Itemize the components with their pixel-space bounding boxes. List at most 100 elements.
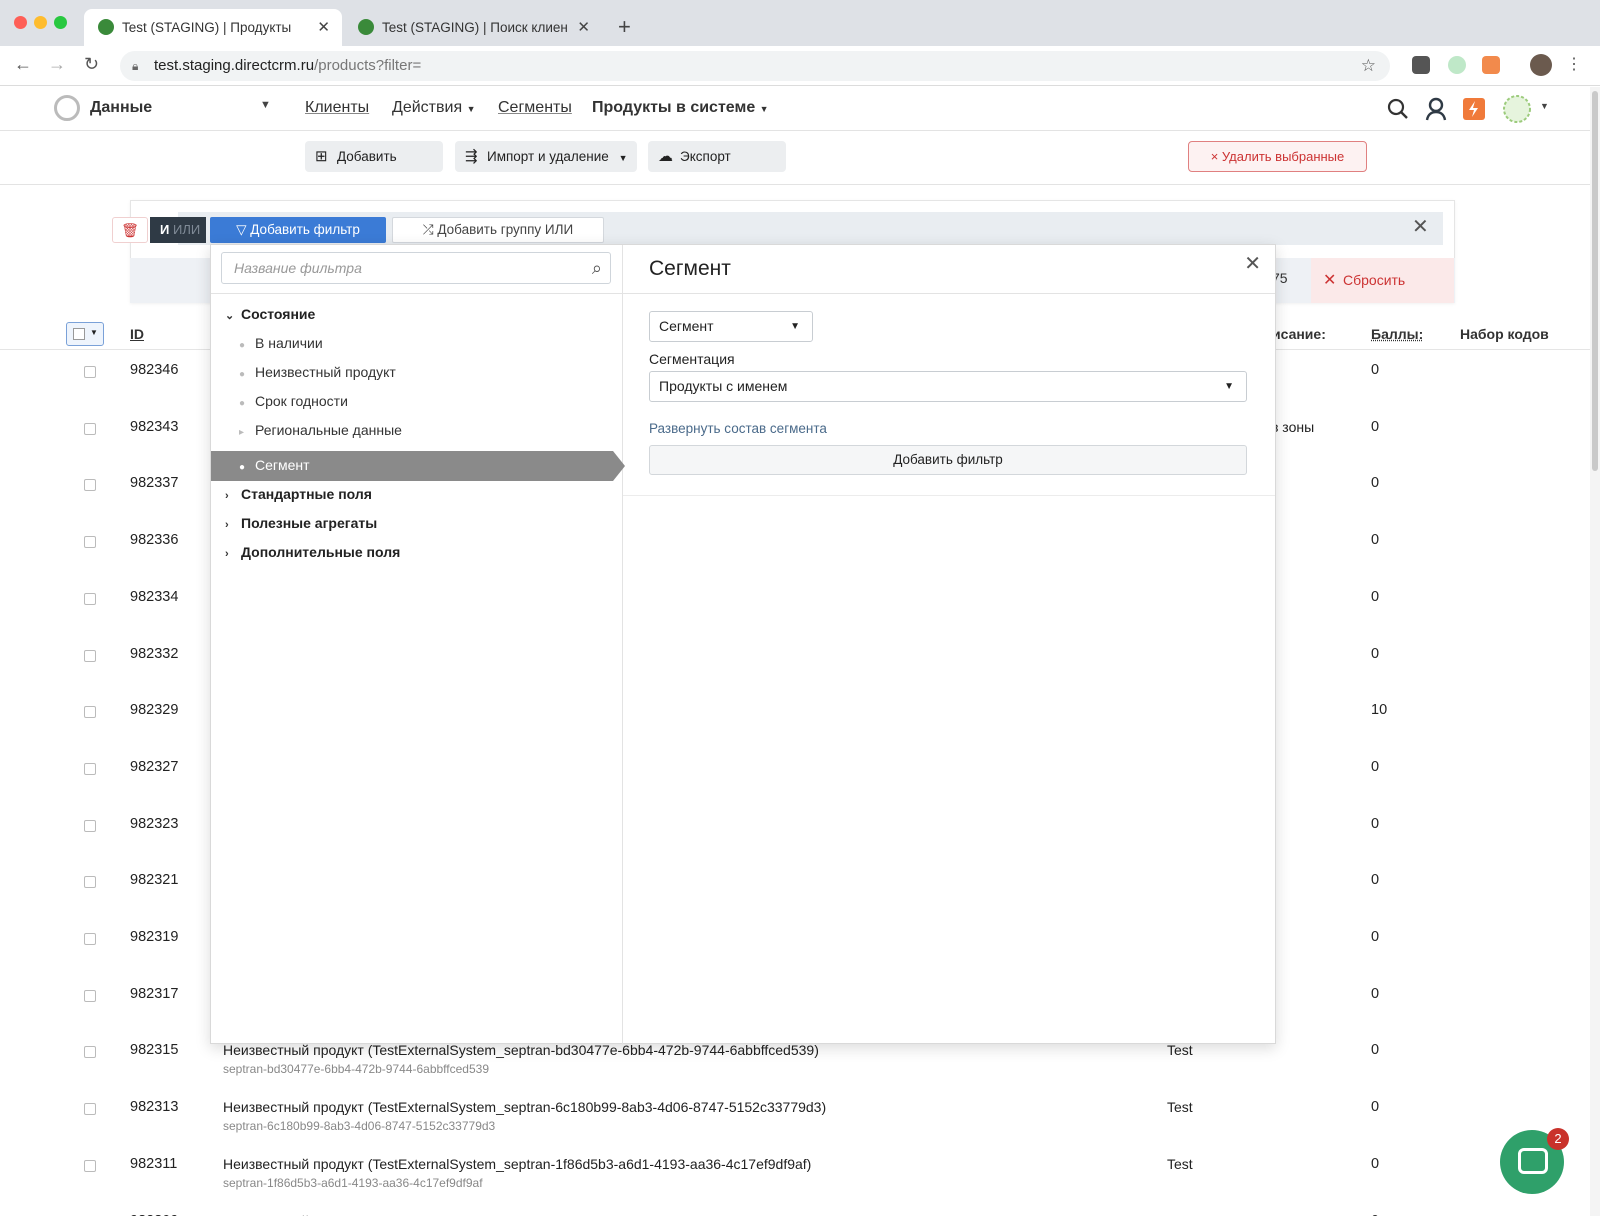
close-icon[interactable]: ✕ <box>1244 251 1261 276</box>
column-points[interactable]: Баллы: <box>1371 326 1423 342</box>
row-checkbox[interactable] <box>84 593 96 605</box>
tree-item-label: В наличии <box>255 335 323 351</box>
browser-tab-client-search[interactable]: Test (STAGING) | Поиск клиен ✕ <box>344 9 602 46</box>
row-product-external-id: septran-6c180b99-8ab3-4d06-8747-5152c337… <box>223 1119 495 1133</box>
filter-search-input[interactable] <box>222 253 562 283</box>
app-logo-icon <box>54 95 80 121</box>
search-icon[interactable] <box>1385 96 1411 122</box>
row-product-name: Неизвестный продукт (TestExternalSystem_… <box>223 1099 826 1115</box>
row-description: Test <box>1167 1099 1193 1115</box>
add-or-group-button[interactable]: ⤮ Добавить группу ИЛИ <box>392 217 604 243</box>
filter-search-box: ⌕ <box>221 252 611 284</box>
caret-down-icon: ▼ <box>619 153 628 163</box>
tab-close-icon[interactable]: ✕ <box>577 9 590 46</box>
url-field[interactable]: 🔒︎ test.staging.directcrm.ru/products?fi… <box>120 51 1390 81</box>
profile-avatar[interactable] <box>1530 54 1552 76</box>
back-arrow-icon[interactable]: ← <box>14 54 32 75</box>
extension-icon[interactable] <box>1482 56 1500 74</box>
column-id[interactable]: ID <box>130 326 144 342</box>
tree-group-aggregates[interactable]: › Полезные агрегаты <box>225 515 377 531</box>
divider <box>211 293 623 294</box>
segmentation-select[interactable]: Продукты с именем ▼ <box>649 371 1247 402</box>
delete-selected-button[interactable]: × Удалить выбранные <box>1188 141 1367 172</box>
tab-close-icon[interactable]: ✕ <box>317 9 330 46</box>
tree-group-label: Состояние <box>241 306 315 322</box>
table-row[interactable]: 9823090Неизвестный продукт (TestExternal… <box>0 1209 1590 1216</box>
select-all-checkbox[interactable] <box>73 328 85 340</box>
page-scrollbar[interactable] <box>1590 87 1600 1216</box>
add-filter-button[interactable]: ▽ Добавить фильтр <box>210 217 386 243</box>
row-checkbox[interactable] <box>84 536 96 548</box>
row-checkbox[interactable] <box>84 933 96 945</box>
caret-down-icon[interactable]: ▼ <box>1540 101 1549 111</box>
row-id: 982337 <box>130 475 178 491</box>
divider <box>623 293 1275 294</box>
browser-tab-products[interactable]: Test (STAGING) | Продукты ✕ <box>84 9 342 46</box>
row-points: 0 <box>1371 929 1379 945</box>
caret-down-icon: ▼ <box>790 312 800 341</box>
import-delete-button[interactable]: ⇶ Импорт и удаление ▼ <box>455 141 637 172</box>
tree-group-state[interactable]: ⌄ Состояние <box>225 306 315 322</box>
bookmark-star-icon[interactable]: ☆ <box>1361 51 1376 81</box>
trash-icon[interactable]: 🗑︎ <box>112 217 148 243</box>
apps-grid-icon[interactable] <box>1502 94 1534 124</box>
table-row[interactable]: 982315 0 Неизвестный продукт (TestExternal… <box>0 1038 1590 1094</box>
tree-item-unknown-product[interactable]: ● Неизвестный продукт <box>239 364 396 380</box>
close-filter-icon[interactable]: ✕ <box>1412 214 1429 239</box>
extension-icon[interactable] <box>1412 56 1430 74</box>
chat-unread-badge: 2 <box>1547 1128 1569 1150</box>
segmentation-label: Сегментация <box>649 351 735 367</box>
chat-bubble-icon <box>1518 1148 1548 1174</box>
reset-filter-button[interactable]: ✕ Сбросить <box>1311 258 1454 303</box>
row-checkbox[interactable] <box>84 1160 96 1172</box>
table-row[interactable]: 982311 0 Неизвестный продукт (TestExternal… <box>0 1152 1590 1208</box>
window-zoom-dot[interactable] <box>54 16 67 29</box>
browser-menu-icon[interactable]: ⋮ <box>1566 54 1582 74</box>
new-tab-button[interactable]: + <box>618 10 631 44</box>
row-checkbox[interactable] <box>84 763 96 775</box>
tree-item-regional-data[interactable]: ▸ Региональные данные <box>239 422 402 438</box>
scrollbar-thumb[interactable] <box>1592 91 1598 471</box>
tree-item-expiry[interactable]: ● Срок годности <box>239 393 348 409</box>
row-checkbox[interactable] <box>84 876 96 888</box>
row-checkbox[interactable] <box>84 990 96 1002</box>
bullet-icon: ● <box>239 340 255 351</box>
add-filter-submit-button[interactable]: Добавить фильтр <box>649 445 1247 475</box>
row-id: 982343 <box>130 419 178 435</box>
tree-item-segment[interactable]: ● Сегмент <box>239 457 310 473</box>
row-checkbox[interactable] <box>84 423 96 435</box>
support-agent-icon[interactable] <box>1423 96 1449 122</box>
reload-icon[interactable]: ↻ <box>84 54 99 75</box>
tree-group-extra-fields[interactable]: › Дополнительные поля <box>225 544 400 560</box>
app-section-name[interactable]: Данные <box>90 99 152 117</box>
tree-group-standard-fields[interactable]: › Стандартные поля <box>225 486 372 502</box>
extension-icon[interactable] <box>1448 56 1466 74</box>
forward-arrow-icon[interactable]: → <box>48 54 66 75</box>
search-icon[interactable]: ⌕ <box>592 258 602 279</box>
lightning-icon[interactable] <box>1461 96 1487 122</box>
and-or-toggle[interactable]: И ИЛИ <box>150 217 206 243</box>
row-checkbox[interactable] <box>84 706 96 718</box>
tree-item-in-stock[interactable]: ● В наличии <box>239 335 323 351</box>
window-minimize-dot[interactable] <box>34 16 47 29</box>
add-button[interactable]: ⊞ Добавить <box>305 141 443 172</box>
row-checkbox[interactable] <box>84 650 96 662</box>
nav-actions[interactable]: Действия ▼ <box>392 99 475 117</box>
nav-segments[interactable]: Сегменты <box>498 99 572 117</box>
chevron-down-icon[interactable]: ▼ <box>260 99 271 111</box>
segment-type-select[interactable]: Сегмент ▼ <box>649 311 813 342</box>
row-checkbox[interactable] <box>84 366 96 378</box>
expand-segment-link[interactable]: Развернуть состав сегмента <box>649 421 827 436</box>
window-close-dot[interactable] <box>14 16 27 29</box>
nav-products[interactable]: Продукты в системе ▼ <box>592 99 769 117</box>
table-row[interactable]: 982313 0 Неизвестный продукт (TestExternal… <box>0 1095 1590 1151</box>
plus-square-icon: ⊞ <box>315 141 328 172</box>
row-checkbox[interactable] <box>84 820 96 832</box>
select-all-dropdown[interactable]: ▼ <box>66 322 104 346</box>
nav-clients[interactable]: Клиенты <box>305 99 369 117</box>
row-checkbox[interactable] <box>84 1046 96 1058</box>
export-button[interactable]: ☁ Экспорт <box>648 141 786 172</box>
row-checkbox[interactable] <box>84 479 96 491</box>
row-checkbox[interactable] <box>84 1103 96 1115</box>
or-label: ИЛИ <box>173 222 200 237</box>
